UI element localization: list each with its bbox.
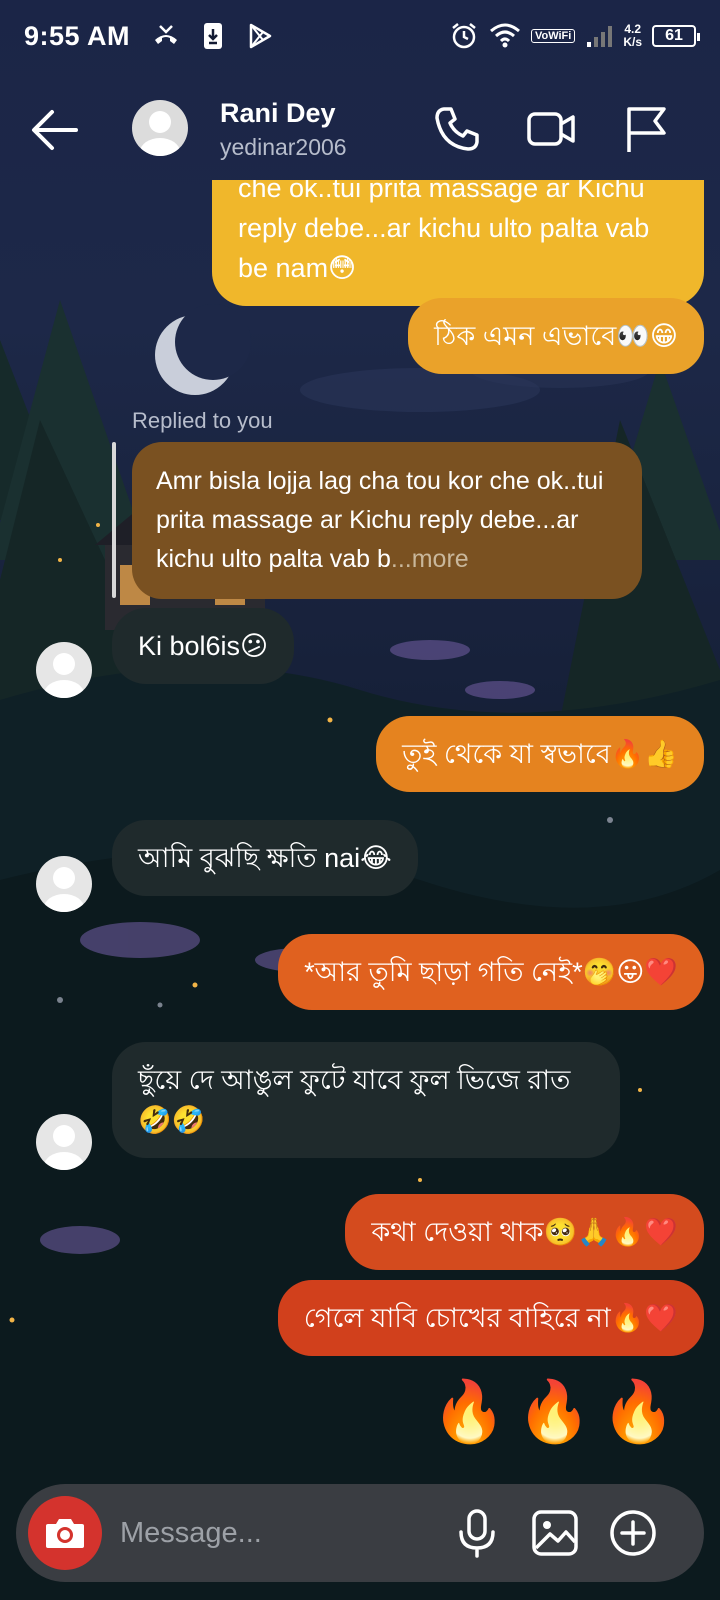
missed-call-icon	[155, 25, 178, 44]
play-store-icon	[249, 23, 272, 49]
status-time: 9:55 AM	[24, 20, 131, 51]
status-notification-icons	[152, 22, 274, 50]
vowifi-badge: VoWiFi	[530, 29, 576, 43]
default-avatar-icon	[140, 111, 180, 156]
reply-quote-line	[112, 442, 116, 598]
message-input[interactable]	[120, 1510, 420, 1556]
incoming-message[interactable]: ছুঁয়ে দে আঙুল ফুটে যাবে ফুল ভিজে রাত 🤣🤣	[112, 1042, 620, 1158]
contact-avatar[interactable]	[132, 100, 188, 156]
network-speed: 4.2 K/s	[623, 22, 642, 49]
video-camera-icon[interactable]	[526, 104, 576, 154]
plus-circle-icon[interactable]	[608, 1508, 658, 1558]
replied-message-preview[interactable]: Amr bisla lojja lag cha tou kor che ok..…	[132, 442, 642, 599]
camera-button[interactable]	[28, 1496, 102, 1570]
status-system-icons: VoWiFi 4.2 K/s 61	[449, 21, 700, 51]
chat-header: Rani Dey yedinar2006	[0, 82, 720, 178]
sender-avatar[interactable]	[36, 642, 92, 698]
download-app-icon	[204, 23, 223, 49]
default-avatar-icon	[44, 867, 84, 912]
message-composer	[16, 1484, 704, 1582]
emoji-message[interactable]: 🔥🔥🔥	[432, 1376, 686, 1447]
contact-username[interactable]: yedinar2006	[220, 134, 347, 161]
outgoing-message[interactable]: কথা দেওয়া থাক🥺🙏🔥❤️	[345, 1194, 704, 1270]
wifi-icon	[489, 23, 520, 48]
signal-icon	[587, 26, 613, 47]
sender-avatar[interactable]	[36, 856, 92, 912]
image-icon[interactable]	[530, 1508, 580, 1558]
outgoing-message[interactable]: *আর তুমি ছাড়া গতি নেই*🤭😛❤️	[278, 934, 704, 1010]
status-bar: 9:55 AM VoWiFi 4.2 K/s 61	[0, 0, 720, 72]
incoming-message[interactable]: আমি বুঝছি ক্ষতি nai😂	[112, 820, 418, 896]
outgoing-message[interactable]: ঠিক এমন এভাবে👀😁	[408, 298, 704, 374]
outgoing-message[interactable]: তুই থেকে যা স্বভাবে🔥👍	[376, 716, 704, 792]
default-avatar-icon	[44, 653, 84, 698]
alarm-icon	[452, 23, 476, 49]
phone-icon[interactable]	[432, 104, 482, 154]
outgoing-message[interactable]: গেলে যাবি চোখের বাহিরে না🔥❤️	[277, 1280, 704, 1356]
see-more-link[interactable]: ...more	[391, 545, 469, 573]
message-list[interactable]: che ok..tui prita massage ar Kichu reply…	[0, 180, 720, 1460]
incoming-message[interactable]: Ki bol6is😕	[112, 608, 295, 684]
replied-to-label: Replied to you	[132, 408, 273, 433]
sender-avatar[interactable]	[36, 1114, 92, 1170]
camera-icon	[46, 1519, 84, 1548]
arrow-left-icon[interactable]	[30, 108, 80, 152]
outgoing-message[interactable]: che ok..tui prita massage ar Kichu reply…	[212, 180, 704, 306]
battery-indicator: 61	[652, 25, 700, 47]
flag-icon[interactable]	[622, 104, 672, 154]
default-avatar-icon	[44, 1125, 84, 1170]
microphone-icon[interactable]	[452, 1508, 502, 1558]
contact-name[interactable]: Rani Dey	[220, 98, 336, 129]
